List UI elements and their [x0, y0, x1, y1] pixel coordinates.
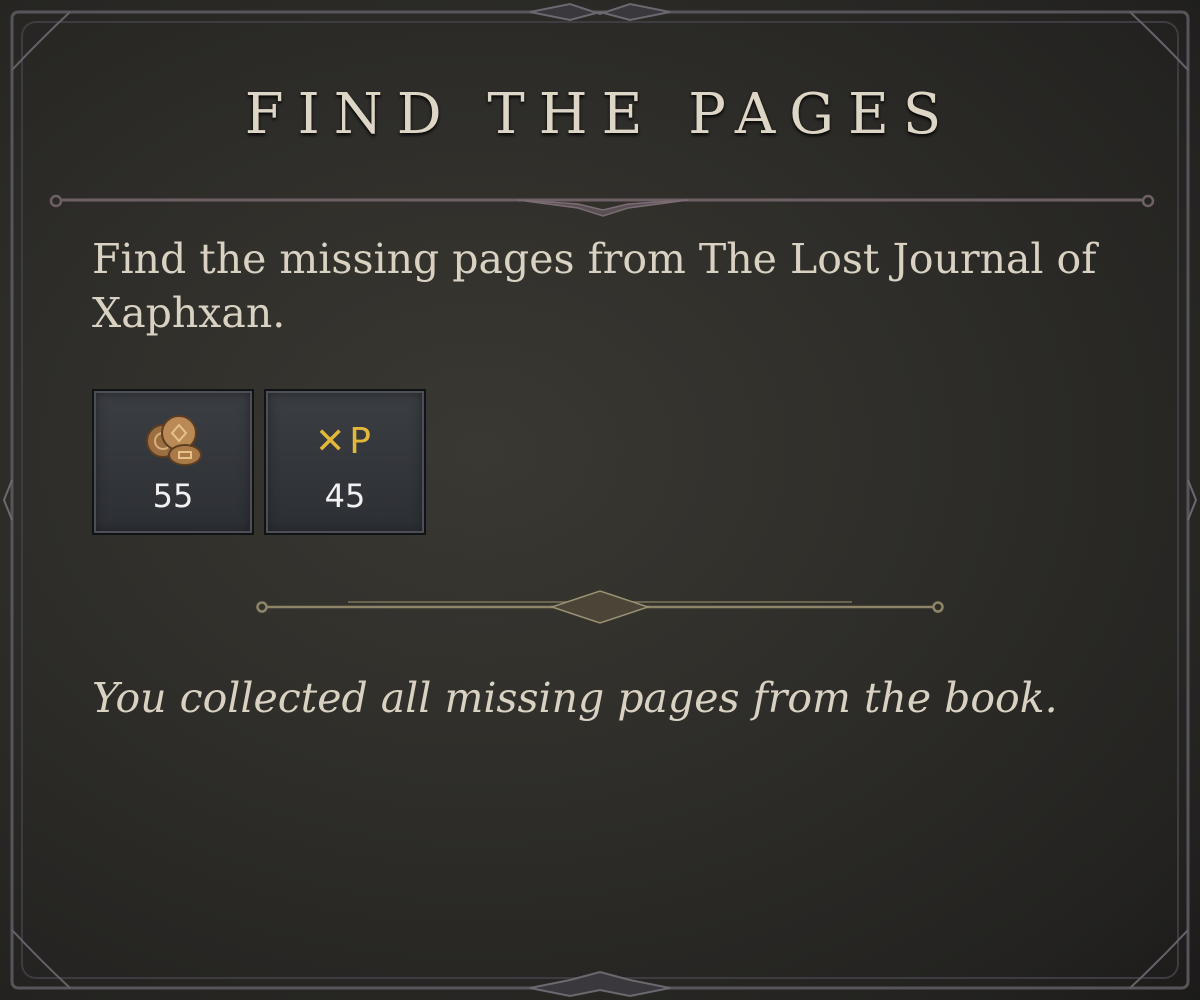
- xp-icon-glyph: ✕P: [315, 420, 375, 462]
- quest-title: FIND THE PAGES: [244, 82, 956, 147]
- reward-xp[interactable]: ✕P 45: [264, 389, 426, 535]
- gold-coins-icon: [94, 411, 252, 471]
- reward-xp-value: 45: [324, 477, 366, 515]
- reward-gold-value: 55: [152, 477, 194, 515]
- quest-completion-text: You collected all missing pages from the…: [92, 674, 1058, 722]
- section-divider: [256, 590, 944, 624]
- quest-description: Find the missing pages from The Lost Jou…: [92, 235, 1097, 337]
- reward-gold[interactable]: 55: [92, 389, 254, 535]
- xp-icon: ✕P: [266, 411, 424, 471]
- quest-panel: FIND THE PAGES Find the missing pages fr…: [0, 0, 1200, 1000]
- rewards-row: 55 ✕P 45: [92, 389, 426, 535]
- title-divider: [49, 194, 1155, 217]
